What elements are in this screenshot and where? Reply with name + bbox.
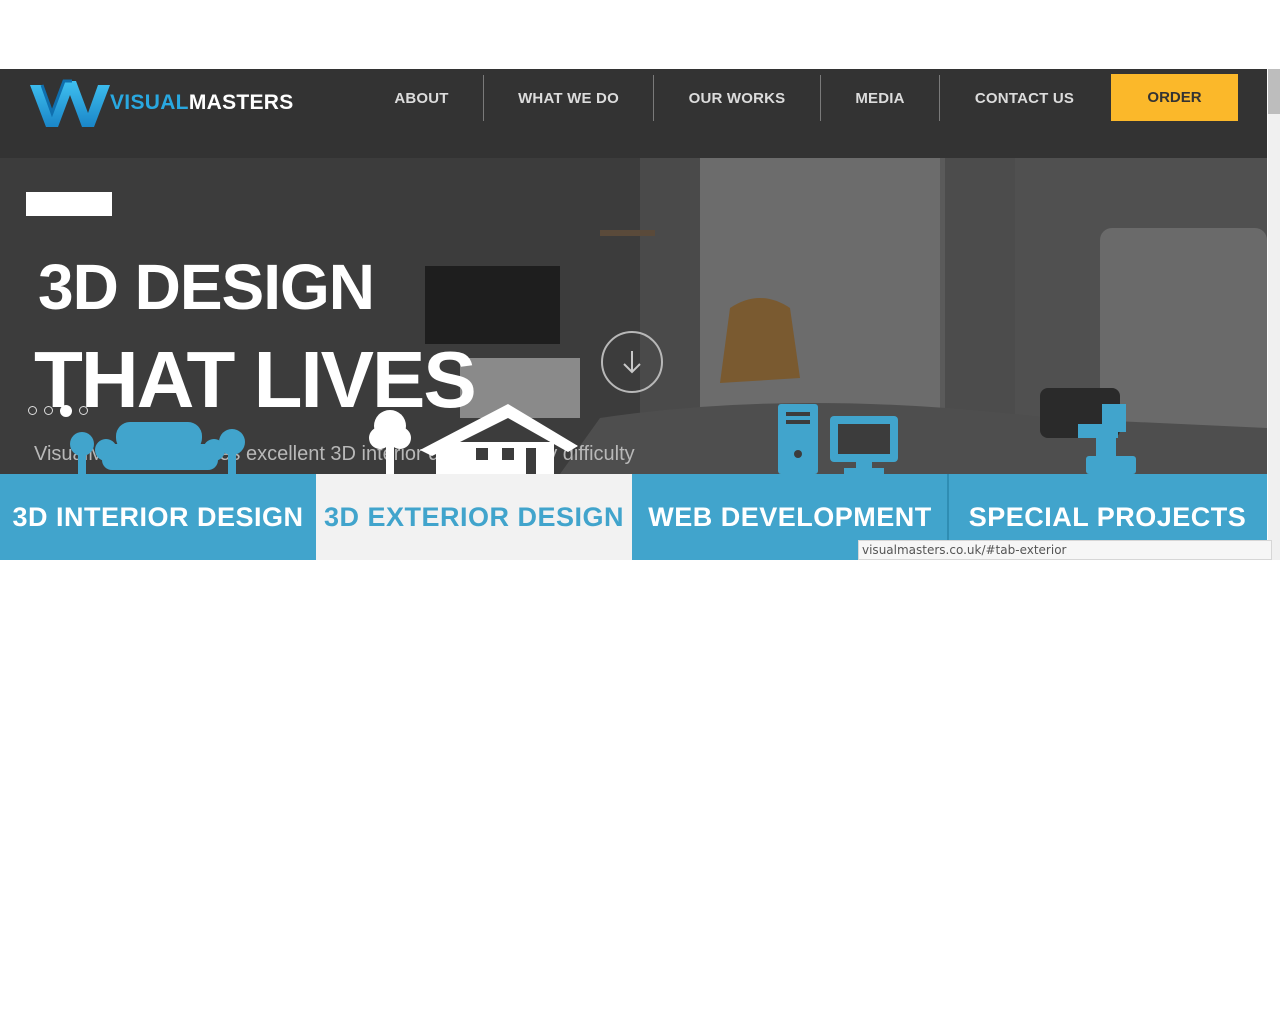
nav-about[interactable]: ABOUT [360,74,483,122]
scrollbar-track[interactable] [1268,69,1280,560]
slider-dot[interactable] [28,406,37,415]
tab-label: SPECIAL PROJECTS [968,501,1247,532]
tab-3d-interior-design[interactable]: 3D INTERIOR DESIGN [0,474,316,560]
logo-text-visual: VISUAL [110,91,189,114]
computer-icon [778,404,898,474]
nav-contact-us[interactable]: CONTACT US [940,74,1109,122]
tab-label: 3D EXTERIOR DESIGN [323,501,625,532]
hero-tag-label [26,192,112,216]
scrollbar-thumb[interactable] [1268,69,1280,114]
status-bar-url: visualmasters.co.uk/#tab-exterior [858,540,1272,560]
tab-label: WEB DEVELOPMENT [648,501,932,532]
main-nav: ABOUT WHAT WE DO OUR WORKS MEDIA CONTACT… [360,74,1109,122]
website: VISUALMASTERS ABOUT WHAT WE DO OUR WORKS… [0,69,1280,560]
tab-3d-exterior-design[interactable]: 3D EXTERIOR DESIGN [316,474,632,560]
logo-text: VISUALMASTERS [110,91,294,115]
nav-media[interactable]: MEDIA [821,74,939,122]
hero-slider: 3D DESIGN THAT LIVES VisualMasters provi… [0,158,1267,474]
tab-label: 3D INTERIOR DESIGN [12,501,304,532]
scroll-down-button[interactable] [601,331,663,393]
nav-what-we-do[interactable]: WHAT WE DO [484,74,653,122]
house-icon [369,404,578,474]
site-header: VISUALMASTERS ABOUT WHAT WE DO OUR WORKS… [0,69,1267,158]
nav-our-works[interactable]: OUR WORKS [654,74,820,122]
logo-text-masters: MASTERS [188,91,294,114]
hero-title-line1: 3D DESIGN [38,251,375,323]
logo-mark-icon [30,79,110,127]
logo[interactable]: VISUALMASTERS [28,75,308,131]
slider-dot[interactable] [44,406,53,415]
order-button[interactable]: ORDER [1111,74,1238,121]
sofa-icon [70,422,245,474]
robot-arm-icon [1078,404,1136,474]
arrow-down-icon [623,351,641,374]
